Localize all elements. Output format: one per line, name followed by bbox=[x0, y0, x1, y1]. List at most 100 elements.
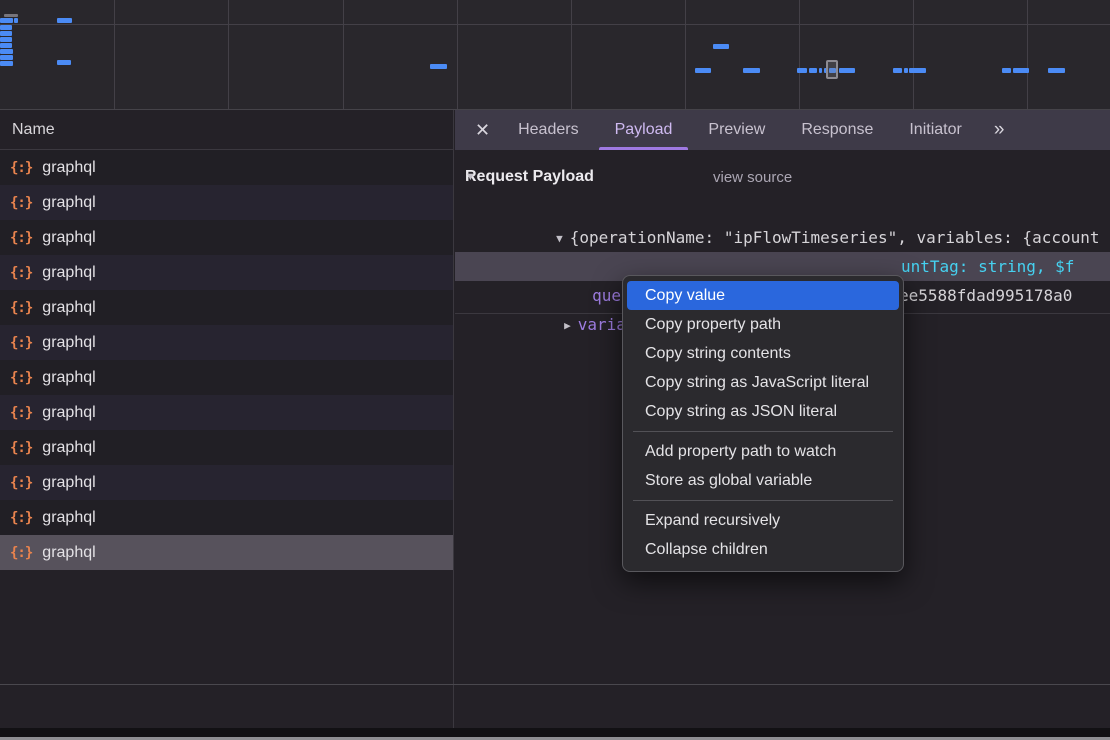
overview-vertical-gridline bbox=[571, 0, 572, 109]
json-braces-icon: {:} bbox=[10, 160, 32, 176]
name-column-label: Name bbox=[12, 121, 55, 139]
name-column-header[interactable]: Name bbox=[0, 110, 453, 150]
close-icon[interactable]: ✕ bbox=[465, 110, 500, 150]
more-tabs-icon[interactable]: » bbox=[982, 110, 1017, 150]
request-name-label: graphql bbox=[42, 264, 95, 282]
tab-response[interactable]: Response bbox=[783, 110, 891, 150]
request-list-panel: Name {:} graphql {:} graphql {:} graphql {:} gr… bbox=[0, 110, 454, 740]
menu-item-copy-value[interactable]: Copy value bbox=[627, 281, 899, 310]
request-row[interactable]: {:} graphql bbox=[0, 535, 453, 570]
request-timing-bar bbox=[0, 61, 13, 66]
request-row[interactable]: {:} graphql bbox=[0, 150, 453, 185]
request-row[interactable]: {:} graphql bbox=[0, 220, 453, 255]
json-braces-icon: {:} bbox=[10, 195, 32, 211]
overview-vertical-gridline bbox=[799, 0, 800, 109]
request-name-label: graphql bbox=[42, 404, 95, 422]
tab-label: Headers bbox=[518, 121, 578, 139]
view-source-link[interactable]: view source bbox=[713, 169, 792, 186]
request-name-label: graphql bbox=[42, 544, 95, 562]
request-name-label: graphql bbox=[42, 299, 95, 317]
json-braces-icon: {:} bbox=[10, 335, 32, 351]
context-menu: Copy valueCopy property pathCopy string … bbox=[622, 275, 904, 572]
overview-vertical-gridline bbox=[685, 0, 686, 109]
request-row[interactable]: {:}graphql bbox=[0, 430, 453, 465]
request-timing-bar bbox=[0, 18, 13, 23]
request-row[interactable]: {:} graphql bbox=[0, 325, 453, 360]
tab-label: Payload bbox=[615, 121, 673, 139]
request-name-label: graphql bbox=[42, 229, 95, 247]
request-timing-bar bbox=[4, 14, 18, 17]
payload-root-row[interactable]: ▼{operationName: "ipFlowTimeseries", var… bbox=[455, 194, 1110, 223]
request-timing-bar bbox=[797, 68, 807, 73]
section-title: Request Payload bbox=[457, 168, 594, 186]
detail-tabbar: ✕ Headers Payload Preview Response Initiator… bbox=[455, 110, 1110, 150]
json-braces-icon: {:} bbox=[10, 510, 32, 526]
request-timing-bar bbox=[809, 68, 817, 73]
request-timing-bar bbox=[1013, 68, 1029, 73]
menu-separator bbox=[633, 500, 893, 501]
json-braces-icon: {:} bbox=[10, 300, 32, 316]
request-timing-bar bbox=[0, 43, 12, 48]
menu-item-copy-string-as-json-literal[interactable]: Copy string as JSON literal bbox=[627, 397, 899, 426]
request-timing-bar bbox=[57, 60, 71, 65]
request-name-label: graphql bbox=[42, 159, 95, 177]
request-name-label: graphql bbox=[42, 509, 95, 527]
request-row[interactable]: {:}graphql bbox=[0, 360, 453, 395]
menu-item-store-as-global-variable[interactable]: Store as global variable bbox=[627, 466, 899, 495]
request-row[interactable]: {:} graphql bbox=[0, 500, 453, 535]
request-timing-bar bbox=[57, 18, 72, 23]
request-row[interactable]: {:}graphql bbox=[0, 255, 453, 290]
request-timing-bar bbox=[909, 68, 926, 73]
request-timing-bar bbox=[839, 68, 855, 73]
overview-vertical-gridline bbox=[114, 0, 115, 109]
tab-payload[interactable]: Payload bbox=[597, 110, 691, 150]
menu-item-add-property-path-to-watch[interactable]: Add property path to watch bbox=[627, 437, 899, 466]
request-row[interactable]: {:} graphql bbox=[0, 290, 453, 325]
payload-operationname-row[interactable]: operationName: "ipFlowTimeseries" bbox=[455, 223, 1110, 252]
overview-vertical-gridline bbox=[913, 0, 914, 109]
menu-item-expand-recursively[interactable]: Expand recursively bbox=[627, 506, 899, 535]
request-row[interactable]: {:} graphql bbox=[0, 395, 453, 430]
request-timing-bar bbox=[0, 49, 13, 54]
request-timing-bar bbox=[0, 25, 12, 30]
request-timing-bar bbox=[0, 37, 12, 42]
request-name-label: graphql bbox=[42, 369, 95, 387]
request-name-label: graphql bbox=[42, 474, 95, 492]
json-braces-icon: {:} bbox=[10, 405, 32, 421]
detail-tabs: Headers Payload Preview Response Initiator bbox=[500, 110, 980, 150]
menu-item-copy-property-path[interactable]: Copy property path bbox=[627, 310, 899, 339]
property-value-right-fragment: untTag: string, $f bbox=[901, 252, 1074, 281]
request-timing-bar bbox=[819, 68, 822, 73]
property-value-right-fragment: ee5588fdad995178a0 bbox=[899, 281, 1072, 310]
network-overview-timeline[interactable] bbox=[0, 0, 1110, 110]
menu-item-copy-string-contents[interactable]: Copy string contents bbox=[627, 339, 899, 368]
tab-label: Initiator bbox=[909, 121, 961, 139]
request-timing-bar bbox=[0, 31, 12, 36]
json-braces-icon: {:} bbox=[10, 545, 32, 561]
menu-item-collapse-children[interactable]: Collapse children bbox=[627, 535, 899, 564]
footer-divider bbox=[0, 684, 1110, 685]
overview-vertical-gridline bbox=[1027, 0, 1028, 109]
request-row[interactable]: {:}graphql bbox=[0, 185, 453, 220]
overview-vertical-gridline bbox=[228, 0, 229, 109]
json-braces-icon: {:} bbox=[10, 230, 32, 246]
devtools-network-panel: Name {:} graphql {:} graphql {:} graphql {:} gr… bbox=[0, 0, 1110, 740]
tab-preview[interactable]: Preview bbox=[690, 110, 783, 150]
request-timing-bar bbox=[713, 44, 729, 49]
request-timing-bar bbox=[695, 68, 711, 73]
overview-vertical-gridline bbox=[457, 0, 458, 109]
triangle-down-icon[interactable]: ▼ bbox=[465, 171, 476, 183]
tab-initiator[interactable]: Initiator bbox=[891, 110, 979, 150]
request-timing-bar bbox=[14, 18, 18, 23]
tab-label: Response bbox=[801, 121, 873, 139]
triangle-right-icon[interactable]: ▶ bbox=[564, 311, 571, 340]
menu-item-copy-string-as-javascript-literal[interactable]: Copy string as JavaScript literal bbox=[627, 368, 899, 397]
request-timing-bar bbox=[904, 68, 908, 73]
request-timing-bar bbox=[743, 68, 760, 73]
request-payload-section-header: ▼ Request Payload view source bbox=[455, 160, 1110, 194]
request-row[interactable]: {:}graphql bbox=[0, 465, 453, 500]
request-timing-bar bbox=[430, 64, 447, 69]
request-name-label: graphql bbox=[42, 334, 95, 352]
request-timing-bar bbox=[1048, 68, 1065, 73]
tab-headers[interactable]: Headers bbox=[500, 110, 596, 150]
